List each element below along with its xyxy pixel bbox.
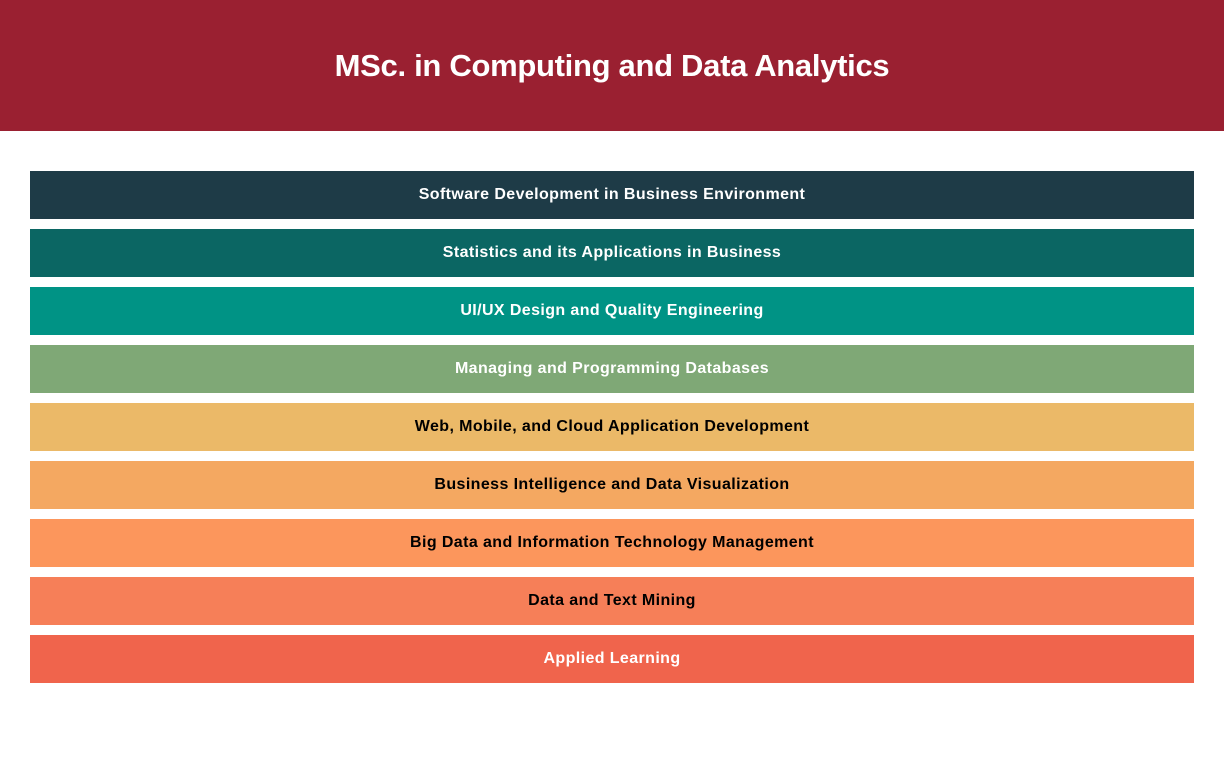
course-list: Software Development in Business Environ…: [30, 171, 1194, 683]
course-item-business-intelligence[interactable]: Business Intelligence and Data Visualiza…: [30, 461, 1194, 509]
page-title: MSc. in Computing and Data Analytics: [334, 47, 890, 83]
course-item-ui-ux-design[interactable]: UI/UX Design and Quality Engineering: [30, 287, 1194, 335]
course-item-databases[interactable]: Managing and Programming Databases: [30, 345, 1194, 393]
course-item-big-data[interactable]: Big Data and Information Technology Mana…: [30, 519, 1194, 567]
course-item-statistics[interactable]: Statistics and its Applications in Busin…: [30, 229, 1194, 277]
page-header: MSc. in Computing and Data Analytics: [0, 0, 1224, 131]
course-item-software-development[interactable]: Software Development in Business Environ…: [30, 171, 1194, 219]
course-item-data-text-mining[interactable]: Data and Text Mining: [30, 577, 1194, 625]
course-item-web-mobile-cloud[interactable]: Web, Mobile, and Cloud Application Devel…: [30, 403, 1194, 451]
course-item-applied-learning[interactable]: Applied Learning: [30, 635, 1194, 683]
